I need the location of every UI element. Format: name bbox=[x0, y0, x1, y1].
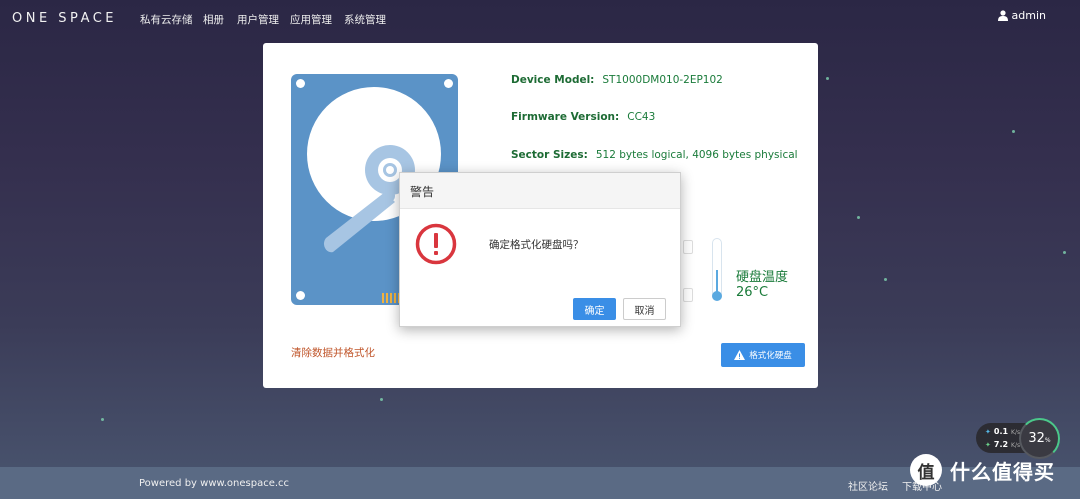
dialog-title: 警告 bbox=[400, 173, 680, 209]
device-model-row: Device Model: ST1000DM010-2EP102 bbox=[511, 74, 723, 86]
nav-user-management[interactable]: 用户管理 bbox=[237, 12, 279, 27]
upload-speed: ✦ 0.1 K/s bbox=[985, 427, 1020, 436]
usage-percent: 32 bbox=[1028, 431, 1045, 446]
memory-usage-gauge[interactable]: 32% bbox=[1019, 418, 1060, 459]
site-watermark: 值 什么值得买 bbox=[910, 454, 1055, 486]
confirm-button[interactable]: 确定 bbox=[573, 298, 616, 320]
background-star bbox=[884, 278, 887, 281]
firmware-value: CC43 bbox=[627, 111, 656, 123]
download-arrow-icon: ✦ bbox=[985, 441, 991, 449]
disk-temp-label: 硬盘温度 bbox=[736, 270, 789, 285]
device-model-label: Device Model: bbox=[511, 74, 595, 86]
format-disk-button[interactable]: 格式化硬盘 bbox=[721, 343, 805, 367]
upload-arrow-icon: ✦ bbox=[985, 428, 991, 436]
background-star bbox=[101, 418, 104, 421]
hidden-field bbox=[683, 240, 693, 254]
warning-dialog: 警告 确定格式化硬盘吗？ 确定 取消 bbox=[399, 172, 681, 327]
sector-sizes-label: Sector Sizes: bbox=[511, 149, 588, 161]
erase-and-format-link[interactable]: 清除数据并格式化 bbox=[291, 345, 375, 360]
format-disk-label: 格式化硬盘 bbox=[749, 350, 792, 360]
warning-icon bbox=[734, 350, 746, 360]
hidden-field bbox=[683, 288, 693, 302]
dialog-message: 确定格式化硬盘吗？ bbox=[489, 239, 584, 251]
sector-sizes-value: 512 bytes logical, 4096 bytes physical bbox=[595, 149, 798, 161]
user-icon bbox=[997, 10, 1008, 21]
thermometer-icon bbox=[712, 238, 722, 301]
nav-album[interactable]: 相册 bbox=[203, 12, 224, 27]
background-star bbox=[826, 77, 829, 80]
nav-app-management[interactable]: 应用管理 bbox=[290, 12, 332, 27]
firmware-label: Firmware Version: bbox=[511, 111, 620, 123]
upload-speed-value: 0.1 bbox=[993, 427, 1009, 436]
sector-sizes-row: Sector Sizes: 512 bytes logical, 4096 byt… bbox=[511, 149, 798, 161]
background-star bbox=[1063, 251, 1066, 254]
username: admin bbox=[1011, 9, 1046, 22]
download-speed: ✦ 7.2 K/s bbox=[985, 440, 1020, 449]
watermark-text: 什么值得买 bbox=[950, 459, 1055, 484]
nav-private-cloud[interactable]: 私有云存储 bbox=[140, 12, 193, 27]
firmware-row: Firmware Version: CC43 bbox=[511, 111, 655, 123]
background-star bbox=[1012, 130, 1015, 133]
thermometer-level bbox=[716, 270, 718, 293]
device-model-value: ST1000DM010-2EP102 bbox=[602, 74, 723, 86]
usage-percent-unit: % bbox=[1044, 437, 1051, 444]
error-icon bbox=[415, 223, 457, 265]
background-star bbox=[857, 216, 860, 219]
disk-temp-value: 26°C bbox=[736, 285, 769, 300]
top-navigation: ONE SPACE 私有云存储 相册 用户管理 应用管理 系统管理 admin bbox=[0, 0, 1080, 36]
footer-link-forum[interactable]: 社区论坛 bbox=[848, 478, 888, 493]
background-star bbox=[380, 398, 383, 401]
user-menu[interactable]: admin bbox=[997, 9, 1046, 22]
powered-by-text: Powered by www.onespace.cc bbox=[139, 478, 290, 489]
download-speed-value: 7.2 bbox=[993, 440, 1009, 449]
cancel-button[interactable]: 取消 bbox=[623, 298, 666, 320]
app-logo[interactable]: ONE SPACE bbox=[12, 11, 117, 26]
nav-system-management[interactable]: 系统管理 bbox=[344, 12, 386, 27]
watermark-logo-icon: 值 bbox=[910, 454, 942, 486]
